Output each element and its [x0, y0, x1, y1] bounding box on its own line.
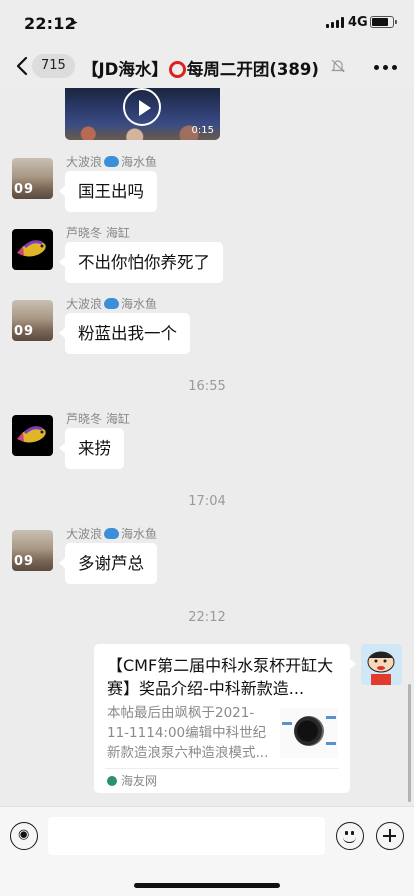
whale-icon	[104, 528, 120, 539]
divider	[105, 768, 339, 769]
message-input[interactable]	[48, 817, 325, 855]
sender-name: 大波浪 海水鱼	[66, 525, 157, 542]
avatar[interactable]: 09	[12, 530, 53, 571]
link-card-source: 海友网	[107, 772, 157, 789]
avatar[interactable]	[12, 229, 53, 270]
cartoon-boy-avatar-icon	[361, 644, 402, 685]
source-app-icon	[107, 776, 117, 786]
link-card-description: 本帖最后由飒枫于2021-11-1114:00编辑中科世纪新款造浪泵六种造浪模式…	[107, 705, 269, 761]
status-bar: 22:12 ➤ 4G	[0, 0, 414, 44]
sender-tag: 海缸	[105, 226, 130, 240]
voice-input-icon[interactable]: ◉	[10, 822, 38, 850]
timestamp: 22:12	[188, 610, 226, 625]
message-bubble[interactable]: 粉蓝出我一个	[59, 313, 190, 354]
link-card-source-name: 海友网	[121, 774, 158, 788]
more-options-icon[interactable]	[374, 65, 398, 71]
link-card-title: 【CMF第二届中科水泵杯开缸大赛】奖品介绍-中科新款造...	[107, 656, 334, 698]
play-icon[interactable]	[123, 88, 161, 126]
sender-name: 芦晓冬 海缸	[66, 224, 130, 241]
avatar-label: 09	[14, 324, 35, 339]
sender-nickname: 大波浪	[66, 527, 103, 541]
sender-nickname: 芦晓冬	[66, 412, 103, 426]
fish-avatar-icon	[17, 240, 46, 257]
sender-nickname: 大波浪	[66, 297, 103, 311]
red-circle-icon	[168, 61, 186, 78]
message-list[interactable]: 0:15 09 大波浪 海水鱼 国王出吗 芦晓冬 海缸 不出你怕你养死了 09 大…	[0, 88, 414, 806]
chat-title: 【JD海水】 每周二开团(389)	[82, 56, 344, 80]
message-bubble[interactable]: 多谢芦总	[59, 543, 157, 584]
unread-count-badge[interactable]: 715	[32, 54, 75, 78]
input-bar: ◉	[0, 806, 414, 896]
message-bubble[interactable]: 来捞	[59, 428, 124, 469]
my-avatar[interactable]	[361, 644, 402, 685]
back-chevron-icon[interactable]	[14, 55, 34, 77]
sender-name: 大波浪 海水鱼	[66, 153, 157, 170]
video-duration: 0:15	[191, 125, 214, 136]
chat-title-suffix: 每周二开团(389)	[186, 60, 319, 79]
link-card-message[interactable]: 【CMF第二届中科水泵杯开缸大赛】奖品介绍-中科新款造... 本帖最后由飒枫于2…	[94, 644, 356, 793]
avatar-label: 09	[14, 554, 35, 569]
whale-icon	[104, 156, 120, 167]
sender-tag: 海水鱼	[121, 297, 158, 311]
sender-nickname: 芦晓冬	[66, 226, 103, 240]
sender-tag: 海水鱼	[121, 155, 158, 169]
avatar[interactable]: 09	[12, 158, 53, 199]
timestamp: 16:55	[188, 379, 226, 394]
avatar[interactable]: 09	[12, 300, 53, 341]
scrollbar[interactable]	[408, 684, 411, 802]
wave-pump-image	[294, 716, 324, 746]
network-type: 4G	[348, 15, 368, 30]
emoji-icon[interactable]	[336, 822, 364, 850]
chat-title-prefix: 【JD海水】	[82, 60, 168, 79]
sender-tag: 海水鱼	[121, 527, 158, 541]
whale-icon	[104, 298, 120, 309]
timestamp: 17:04	[188, 494, 226, 509]
sender-name: 大波浪 海水鱼	[66, 295, 157, 312]
message-bubble[interactable]: 国王出吗	[59, 171, 157, 212]
mute-bell-icon	[331, 59, 345, 73]
battery-icon	[370, 16, 397, 28]
video-message[interactable]: 0:15	[65, 88, 220, 140]
link-card-thumbnail	[280, 708, 338, 758]
more-plus-icon[interactable]	[376, 822, 404, 850]
sender-nickname: 大波浪	[66, 155, 103, 169]
message-bubble[interactable]: 不出你怕你养死了	[59, 242, 223, 283]
fish-avatar-icon	[17, 426, 46, 443]
sender-tag: 海缸	[105, 412, 130, 426]
avatar-label: 09	[14, 182, 35, 197]
avatar[interactable]	[12, 415, 53, 456]
location-arrow-icon: ➤	[69, 16, 79, 29]
sender-name: 芦晓冬 海缸	[66, 410, 130, 427]
signal-strength-icon	[326, 17, 344, 28]
home-indicator	[134, 883, 280, 888]
chat-header: 715 【JD海水】 每周二开团(389)	[0, 44, 414, 88]
